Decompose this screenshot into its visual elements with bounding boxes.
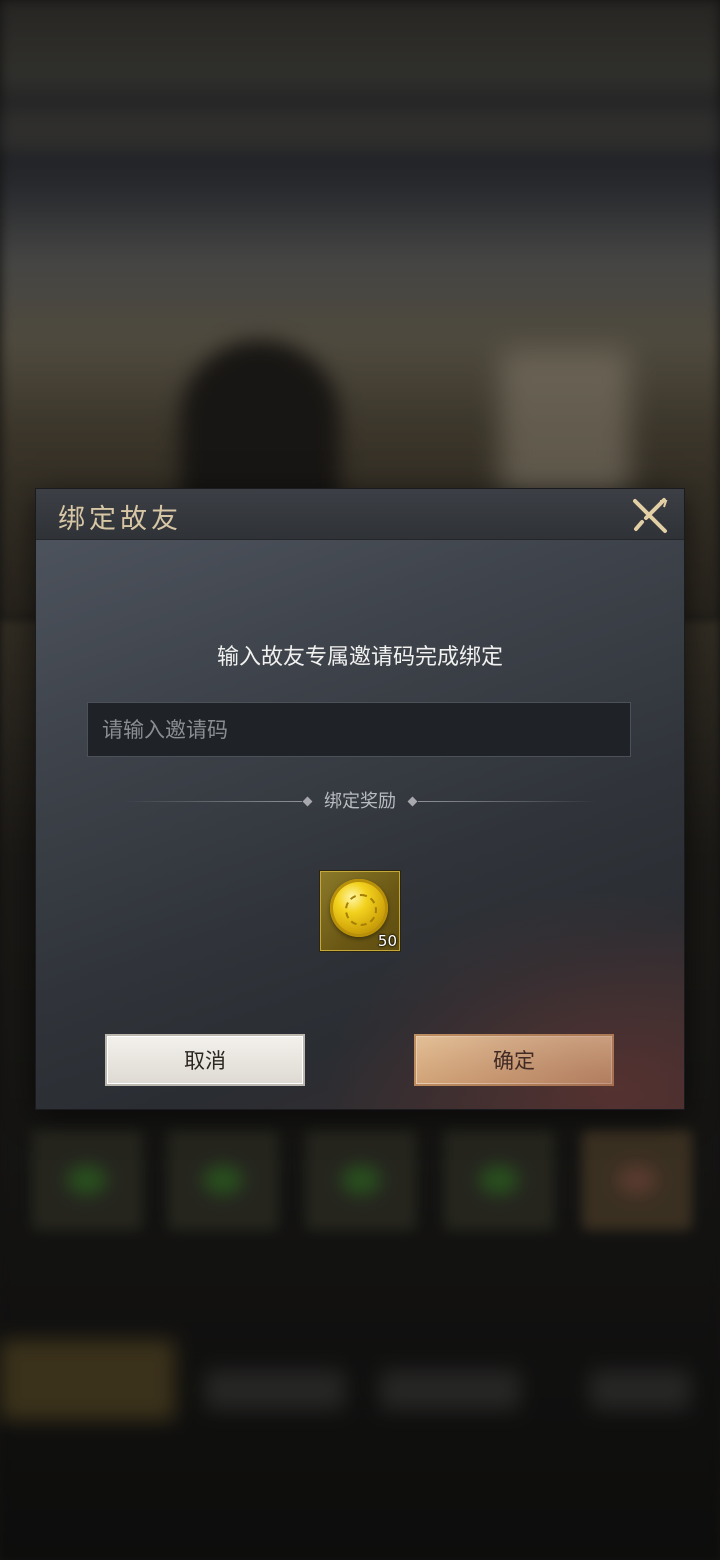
reward-section-label: 绑定奖励 — [324, 791, 396, 812]
gold-coin-icon — [330, 879, 388, 937]
invite-code-input[interactable] — [87, 702, 631, 757]
divider-line-right — [418, 801, 598, 802]
reward-count: 50 — [377, 932, 397, 950]
dialog-instruction: 输入故友专属邀请码完成绑定 — [216, 645, 503, 670]
coin-emblem — [345, 894, 377, 926]
dialog-header: 绑定故友 — [36, 489, 684, 540]
confirm-button[interactable]: 确定 — [414, 1034, 614, 1086]
dialog-title: 绑定故友 — [58, 504, 182, 535]
close-button[interactable] — [630, 495, 670, 535]
bind-friend-dialog: 绑定故友 输入故友专属邀请码完成绑定 绑定奖励 50 取消 确定 — [36, 489, 684, 1109]
reward-item[interactable]: 50 — [320, 871, 400, 951]
cancel-button[interactable]: 取消 — [105, 1034, 305, 1086]
close-x-icon — [633, 498, 668, 533]
reward-section-divider: 绑定奖励 — [122, 790, 598, 814]
